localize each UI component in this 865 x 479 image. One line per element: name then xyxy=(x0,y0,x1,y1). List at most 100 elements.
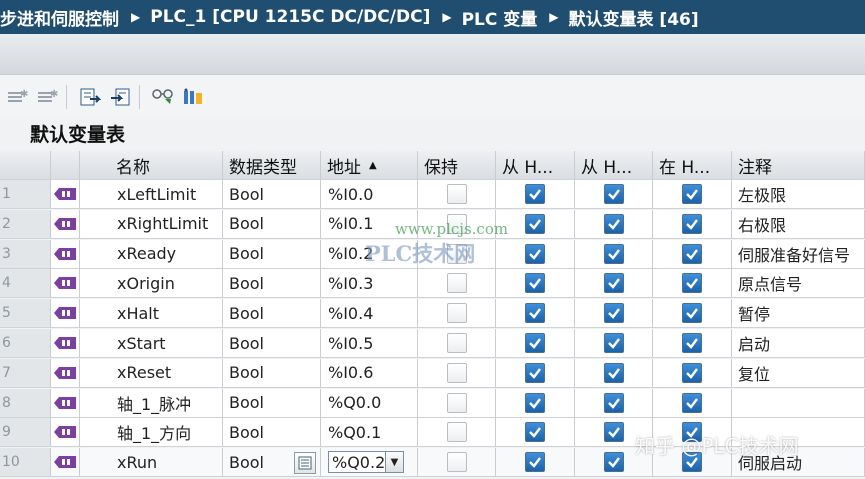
hmi-write-checkbox[interactable] xyxy=(603,333,624,353)
address-cell[interactable]: %Q0.0 xyxy=(321,388,418,418)
hmi-visible-checkbox[interactable] xyxy=(682,333,702,353)
insert-row-icon[interactable]: ✱ xyxy=(34,84,60,110)
table-row[interactable]: 6 xStart Bool %I0.5 启动 xyxy=(0,329,865,358)
hmi-visible-checkbox[interactable] xyxy=(682,213,702,234)
header-retain[interactable]: 保持 xyxy=(418,151,496,180)
import-icon[interactable] xyxy=(107,84,133,110)
header-comment[interactable]: 注释 xyxy=(732,151,865,180)
columns-settings-icon[interactable] xyxy=(180,84,206,110)
hmi-access-checkbox[interactable] xyxy=(525,303,545,324)
tag-comment[interactable]: 暂停 xyxy=(732,299,865,329)
tag-name[interactable]: xLeftLimit xyxy=(80,180,223,209)
tag-datatype[interactable]: Bool xyxy=(223,388,321,418)
hmi-visible-checkbox[interactable] xyxy=(682,392,702,413)
row-number[interactable]: 2 xyxy=(0,209,51,239)
retain-checkbox[interactable] xyxy=(446,392,467,413)
tag-comment[interactable]: 左极限 xyxy=(732,180,865,209)
hmi-write-checkbox[interactable] xyxy=(603,184,624,204)
row-number[interactable]: 1 xyxy=(0,180,51,209)
tag-name[interactable]: 轴_1_脉冲 xyxy=(80,388,223,418)
table-row[interactable]: 1 xLeftLimit Bool %I0.0 左极限 xyxy=(0,180,865,209)
tag-comment[interactable]: 右极限 xyxy=(732,209,865,239)
hmi-visible-checkbox[interactable] xyxy=(682,362,702,383)
hmi-access-checkbox[interactable] xyxy=(525,213,545,234)
export-icon[interactable] xyxy=(77,84,103,110)
tag-name[interactable]: xReset xyxy=(80,358,223,388)
row-number[interactable]: 5 xyxy=(0,299,51,329)
tag-datatype[interactable]: Bool xyxy=(223,209,321,239)
retain-checkbox[interactable] xyxy=(446,303,467,324)
tag-datatype[interactable]: Bool xyxy=(223,180,321,209)
row-number[interactable]: 7 xyxy=(0,358,51,388)
hmi-access-checkbox[interactable] xyxy=(525,452,545,473)
header-hmi-visible[interactable]: 在 H... xyxy=(653,151,732,180)
row-number[interactable]: 6 xyxy=(0,329,51,358)
address-cell[interactable]: %I0.5 xyxy=(321,329,418,358)
hmi-access-checkbox[interactable] xyxy=(525,392,545,413)
hmi-write-checkbox[interactable] xyxy=(603,422,624,443)
table-row[interactable]: 4 xOrigin Bool %I0.3 原点信号 xyxy=(0,269,865,299)
breadcrumb-table[interactable]: 默认变量表 [46] xyxy=(569,5,699,30)
address-editor[interactable]: %Q0.2 ▼ xyxy=(328,451,404,474)
tag-comment[interactable] xyxy=(732,388,865,418)
tag-datatype[interactable]: Bool xyxy=(223,239,321,269)
breadcrumb-project[interactable]: 步进和伺服控制 xyxy=(0,5,119,30)
tag-list-icon[interactable] xyxy=(294,452,316,474)
hmi-visible-checkbox[interactable] xyxy=(682,184,702,204)
header-hmi-write[interactable]: 从 H... xyxy=(575,151,653,180)
hmi-write-checkbox[interactable] xyxy=(603,213,624,234)
hmi-access-checkbox[interactable] xyxy=(525,273,545,294)
retain-checkbox[interactable] xyxy=(446,184,467,204)
table-row[interactable]: 7 xReset Bool %I0.6 复位 xyxy=(0,358,865,388)
monitor-glasses-icon[interactable] xyxy=(150,84,176,110)
row-number[interactable]: 3 xyxy=(0,239,51,269)
hmi-write-checkbox[interactable] xyxy=(603,452,624,473)
add-row-icon[interactable]: ✱ xyxy=(4,84,30,110)
table-row[interactable]: 8 轴_1_脉冲 Bool %Q0.0 xyxy=(0,388,865,418)
header-hmi-access[interactable]: 从 H... xyxy=(496,151,575,180)
hmi-access-checkbox[interactable] xyxy=(525,362,545,383)
hmi-write-checkbox[interactable] xyxy=(603,303,624,324)
tag-datatype[interactable]: Bool xyxy=(223,269,321,299)
tag-name[interactable]: xRightLimit xyxy=(80,209,223,239)
address-cell[interactable]: %Q0.2 ▼ xyxy=(321,448,418,478)
hmi-access-checkbox[interactable] xyxy=(525,243,545,264)
tag-name[interactable]: xReady xyxy=(80,239,223,269)
tag-datatype[interactable]: Bool xyxy=(223,329,321,358)
hmi-write-checkbox[interactable] xyxy=(603,392,624,413)
hmi-write-checkbox[interactable] xyxy=(603,243,624,264)
hmi-write-checkbox[interactable] xyxy=(603,362,624,383)
hmi-visible-checkbox[interactable] xyxy=(682,243,702,264)
hmi-visible-checkbox[interactable] xyxy=(682,273,702,294)
address-cell[interactable]: %I0.3 xyxy=(321,269,418,299)
address-cell[interactable]: %I0.6 xyxy=(321,358,418,388)
hmi-access-checkbox[interactable] xyxy=(525,333,545,353)
tag-comment[interactable]: 伺服准备好信号 xyxy=(732,239,865,269)
header-address[interactable]: 地址 ▲ xyxy=(321,151,418,180)
row-number[interactable]: 10 xyxy=(0,448,51,478)
hmi-visible-checkbox[interactable] xyxy=(682,303,702,324)
row-number[interactable]: 9 xyxy=(0,418,51,448)
header-name[interactable]: 名称 xyxy=(80,151,223,180)
tag-name[interactable]: xStart xyxy=(80,329,223,358)
retain-checkbox[interactable] xyxy=(446,362,467,383)
row-number[interactable]: 8 xyxy=(0,388,51,418)
address-cell[interactable]: %Q0.1 xyxy=(321,418,418,448)
retain-checkbox[interactable] xyxy=(446,333,467,353)
table-row[interactable]: 5 xHalt Bool %I0.4 暂停 xyxy=(0,299,865,329)
hmi-access-checkbox[interactable] xyxy=(525,422,545,443)
tag-name[interactable]: xOrigin xyxy=(80,269,223,299)
tag-comment[interactable]: 原点信号 xyxy=(732,269,865,299)
tag-comment[interactable]: 复位 xyxy=(732,358,865,388)
retain-checkbox[interactable] xyxy=(446,422,467,443)
row-number[interactable]: 4 xyxy=(0,269,51,299)
chevron-down-icon[interactable]: ▼ xyxy=(386,451,404,474)
address-cell[interactable]: %I0.0 xyxy=(321,180,418,209)
address-cell[interactable]: %I0.4 xyxy=(321,299,418,329)
tag-datatype[interactable]: Bool xyxy=(223,418,321,448)
tag-datatype[interactable]: Bool xyxy=(223,299,321,329)
hmi-write-checkbox[interactable] xyxy=(603,273,624,294)
tag-datatype[interactable]: Bool xyxy=(223,358,321,388)
tag-comment[interactable]: 启动 xyxy=(732,329,865,358)
tag-name[interactable]: xRun xyxy=(80,448,223,478)
